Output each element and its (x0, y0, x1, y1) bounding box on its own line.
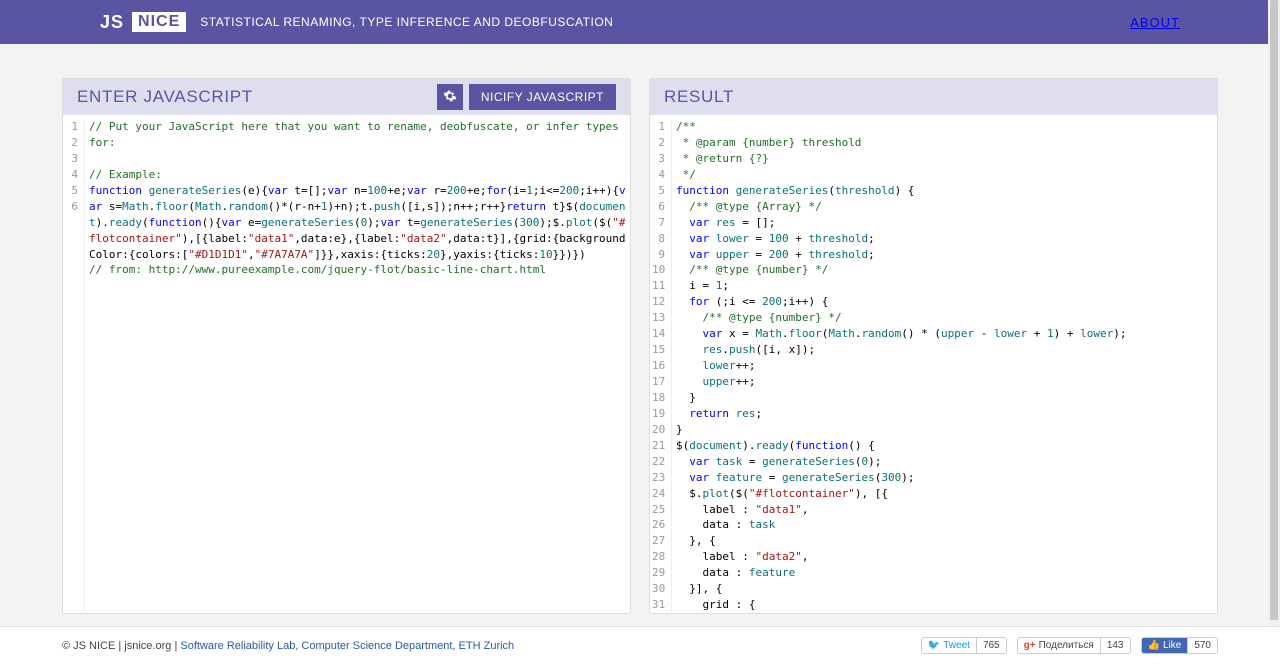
result-panel-title: RESULT (664, 87, 734, 107)
thumbs-up-icon: 👍 (1148, 640, 1160, 651)
logo-area: JS NICE STATISTICAL RENAMING, TYPE INFER… (100, 12, 613, 33)
tagline: STATISTICAL RENAMING, TYPE INFERENCE AND… (200, 15, 613, 29)
tweet-count: 765 (976, 638, 1006, 653)
footer-lab-link[interactable]: Software Reliability Lab, Computer Scien… (180, 640, 514, 652)
main-area: ENTER JAVASCRIPT NICIFY JAVASCRIPT 12345… (0, 44, 1280, 614)
social-buttons: 🐦Tweet 765 g+Поделиться 143 👍Like 570 (921, 637, 1218, 654)
input-panel-header: ENTER JAVASCRIPT NICIFY JAVASCRIPT (63, 79, 630, 115)
result-panel: RESULT 123456789101112131415161718192021… (649, 78, 1218, 614)
result-code-area: 1234567891011121314151617181920212223242… (650, 115, 1217, 613)
app-header: JS NICE STATISTICAL RENAMING, TYPE INFER… (0, 0, 1280, 44)
gplus-icon: g+ (1024, 640, 1036, 651)
gplus-count: 143 (1100, 638, 1130, 653)
result-panel-header: RESULT (650, 79, 1217, 115)
gplus-button[interactable]: g+Поделиться 143 (1017, 637, 1131, 654)
scrollbar-thumb[interactable] (1270, 0, 1278, 620)
input-panel-title: ENTER JAVASCRIPT (77, 87, 253, 107)
nicify-button[interactable]: NICIFY JAVASCRIPT (469, 84, 616, 110)
input-code-area[interactable]: 123456 // Put your JavaScript here that … (63, 115, 630, 613)
fb-count: 570 (1187, 638, 1217, 653)
page-scrollbar[interactable] (1268, 0, 1280, 626)
cogs-icon (443, 89, 457, 106)
input-gutter: 123456 (63, 119, 85, 613)
fb-like-button[interactable]: 👍Like 570 (1141, 637, 1219, 654)
result-code-content: /** * @param {number} threshold * @retur… (672, 119, 1217, 613)
input-panel-actions: NICIFY JAVASCRIPT (437, 84, 616, 110)
logo-js: JS (100, 12, 124, 33)
result-gutter: 1234567891011121314151617181920212223242… (650, 119, 672, 613)
about-link[interactable]: ABOUT (1130, 15, 1180, 30)
input-panel: ENTER JAVASCRIPT NICIFY JAVASCRIPT 12345… (62, 78, 631, 614)
logo-nice: NICE (132, 12, 186, 32)
settings-button[interactable] (437, 84, 463, 110)
input-code-content[interactable]: // Put your JavaScript here that you wan… (85, 119, 630, 613)
footer-left: © JS NICE | jsnice.org | Software Reliab… (62, 640, 514, 652)
footer: © JS NICE | jsnice.org | Software Reliab… (0, 626, 1280, 664)
twitter-icon: 🐦 (928, 640, 940, 651)
tweet-button[interactable]: 🐦Tweet 765 (921, 637, 1007, 654)
copyright-text: © JS NICE | jsnice.org | (62, 640, 180, 652)
